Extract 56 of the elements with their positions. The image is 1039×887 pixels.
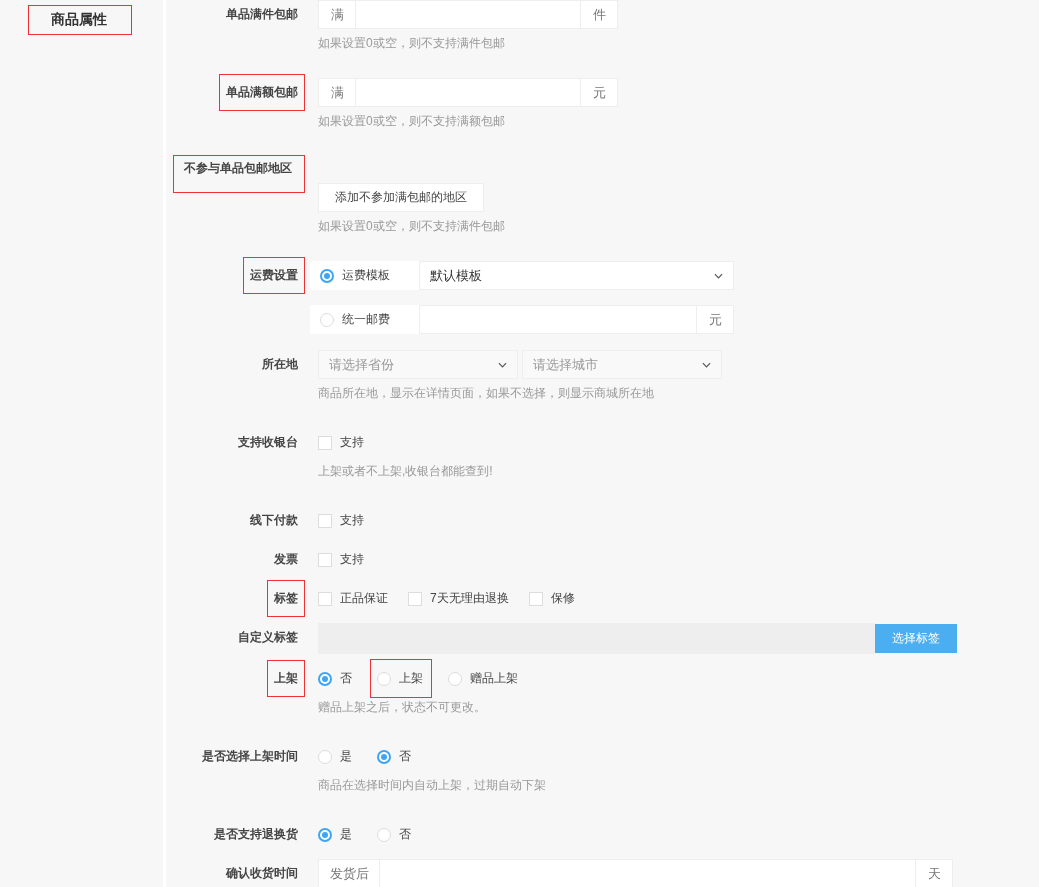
field-label: 单品满件包邮 bbox=[225, 6, 299, 23]
select-placeholder: 请选择城市 bbox=[533, 355, 598, 374]
field-label: 确认收货时间 bbox=[224, 865, 299, 882]
select-placeholder: 请选择省份 bbox=[329, 355, 394, 374]
radio-option[interactable]: 赠品上架 bbox=[441, 659, 527, 698]
radio-option[interactable]: 运费模板 bbox=[310, 261, 419, 290]
field-label: 发票 bbox=[273, 551, 299, 568]
checkbox[interactable] bbox=[318, 435, 332, 450]
field-label: 单品满额包邮 bbox=[219, 74, 305, 111]
checkbox-label: 支持 bbox=[340, 512, 364, 529]
field-label: 自定义标签 bbox=[237, 629, 299, 646]
radio-option[interactable]: 是 bbox=[311, 737, 361, 776]
checkbox-label: 保修 bbox=[550, 590, 575, 607]
checkbox[interactable] bbox=[528, 591, 543, 606]
checkbox-label: 7天无理由退换 bbox=[430, 590, 509, 607]
radio-button[interactable] bbox=[318, 671, 332, 686]
tag-field[interactable] bbox=[318, 623, 875, 654]
field-label: 所在地 bbox=[261, 356, 299, 373]
field-label: 支持收银台 bbox=[237, 434, 299, 451]
help-text: 商品所在地，显示在详情页面，如果不选择，则显示商城所在地 bbox=[318, 385, 655, 402]
radio-option[interactable]: 否 bbox=[311, 659, 361, 698]
radio-button[interactable] bbox=[318, 827, 332, 842]
field-label: 标签 bbox=[267, 580, 305, 617]
field-label: 不参与单品包邮地区 bbox=[173, 155, 305, 193]
field-label: 是否选择上架时间 bbox=[201, 748, 299, 765]
radio-button[interactable] bbox=[320, 268, 334, 283]
help-text: 如果设置0或空，则不支持满件包邮 bbox=[318, 218, 506, 235]
caret-icon bbox=[714, 272, 723, 279]
field-label: 线下付款 bbox=[249, 512, 299, 529]
help-text: 上架或者不上架,收银台都能查到! bbox=[318, 463, 494, 480]
help-text: 商品在选择时间内自动上架，过期自动下架 bbox=[318, 777, 547, 794]
radio-button[interactable] bbox=[377, 749, 391, 764]
checkbox[interactable] bbox=[318, 513, 332, 528]
add-region-button[interactable]: 添加不参加满包邮的地区 bbox=[318, 183, 484, 212]
caret-icon bbox=[702, 361, 711, 368]
sidebar-title: 商品属性 bbox=[28, 5, 132, 35]
template-select[interactable]: 默认模板 bbox=[419, 261, 734, 290]
radio-option[interactable]: 是 bbox=[311, 815, 361, 854]
help-text: 如果设置0或空，则不支持满额包邮 bbox=[318, 113, 506, 130]
radio-option[interactable]: 否 bbox=[370, 815, 420, 854]
field-label: 运费设置 bbox=[243, 257, 305, 294]
caret-icon bbox=[498, 361, 507, 368]
checkbox-label: 支持 bbox=[340, 551, 364, 568]
checkbox[interactable] bbox=[318, 591, 332, 606]
checkbox-label: 正品保证 bbox=[340, 590, 388, 607]
checkbox[interactable] bbox=[408, 591, 422, 606]
select-value: 默认模板 bbox=[430, 266, 482, 285]
checkbox-label: 支持 bbox=[340, 434, 364, 451]
radio-option[interactable]: 否 bbox=[370, 737, 420, 776]
radio-option[interactable]: 统一邮费 bbox=[310, 305, 419, 334]
checkbox[interactable] bbox=[318, 552, 332, 567]
radio-option[interactable]: 上架 bbox=[370, 659, 432, 698]
field-label: 是否支持退换货 bbox=[213, 826, 299, 843]
field-label: 上架 bbox=[267, 660, 305, 697]
help-text: 赠品上架之后，状态不可更改。 bbox=[318, 699, 487, 716]
help-text: 如果设置0或空，则不支持满件包邮 bbox=[318, 35, 506, 52]
